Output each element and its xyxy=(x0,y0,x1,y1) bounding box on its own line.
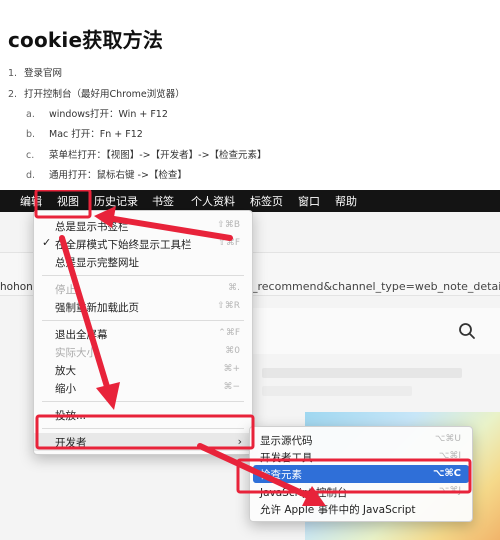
blurred-content xyxy=(262,368,462,378)
menu-item-shortcut: ⌃⌘F xyxy=(218,328,240,338)
list-item: 1. 登录官网 xyxy=(8,67,62,81)
menu-item-label: 显示源代码 xyxy=(260,435,313,447)
menu-item-stop[interactable]: 停止 ⌘. xyxy=(34,280,252,298)
menu-item-shortcut: ⌥⌘U xyxy=(435,434,461,444)
menu-item-inspect-element[interactable]: 检查元素 ⌥⌘C xyxy=(253,465,469,483)
url-fragment-left: hohon xyxy=(0,281,33,293)
list-number: a. xyxy=(26,109,35,120)
menu-item-shortcut: ⇧⌘B xyxy=(217,220,240,230)
list-number: 1. xyxy=(8,68,18,79)
list-text: 通用打开：鼠标右键 ->【检查】 xyxy=(49,170,187,181)
menu-item-cast[interactable]: 投放... xyxy=(34,406,252,424)
menu-item-show-full-url[interactable]: 总是显示完整网址 xyxy=(34,253,252,271)
chevron-right-icon: › xyxy=(237,435,242,448)
blurred-content xyxy=(262,386,412,396)
menu-item-actual-size[interactable]: 实际大小 ⌘0 xyxy=(34,343,252,361)
view-menu-dropdown: 总是显示书签栏 ⇧⌘B ✓ 在全屏模式下始终显示工具栏 ⇧⌘F 总是显示完整网址… xyxy=(33,210,253,455)
list-text: Mac 打开：Fn + F12 xyxy=(49,129,143,140)
developer-submenu: 显示源代码 ⌥⌘U 开发者工具 ⌥⌘I 检查元素 ⌥⌘C JavaScript … xyxy=(249,426,473,522)
menu-item-shortcut: ⌘− xyxy=(223,382,240,392)
embedded-screenshot: hohon _recommend&channel_type=web_note_d… xyxy=(0,190,500,540)
search-icon[interactable] xyxy=(458,322,476,340)
list-number: d. xyxy=(26,170,36,181)
page-title: cookie获取方法 xyxy=(8,28,164,52)
menu-item-label: 强制重新加载此页 xyxy=(55,302,139,314)
sub-list-item: a. windows打开：Win + F12 xyxy=(26,108,168,122)
list-item: 2. 打开控制台（最好用Chrome浏览器） xyxy=(8,88,185,102)
checkmark-icon: ✓ xyxy=(42,236,52,249)
menu-item-label: 在全屏模式下始终显示工具栏 xyxy=(55,239,192,251)
list-number: b. xyxy=(26,129,36,140)
menu-item-show-toolbar-fullscreen[interactable]: ✓ 在全屏模式下始终显示工具栏 ⇧⌘F xyxy=(34,235,252,253)
menu-item-shortcut: ⌘0 xyxy=(225,346,240,356)
menu-item-label: 总是显示完整网址 xyxy=(55,257,139,269)
menu-item-force-reload[interactable]: 强制重新加载此页 ⇧⌘R xyxy=(34,298,252,316)
menu-item-label: 缩小 xyxy=(55,383,76,395)
menu-item-zoom-out[interactable]: 缩小 ⌘− xyxy=(34,379,252,397)
menu-divider xyxy=(42,275,244,276)
menu-bookmarks[interactable]: 书签 xyxy=(152,193,174,209)
sub-list-item: d. 通用打开：鼠标右键 ->【检查】 xyxy=(26,169,187,183)
sub-list-item: c. 菜单栏打开：【视图】->【开发者】->【检查元素】 xyxy=(26,149,267,163)
menu-item-label: 停止 xyxy=(55,284,76,296)
menu-item-exit-fullscreen[interactable]: 退出全屏幕 ⌃⌘F xyxy=(34,325,252,343)
list-text: 打开控制台（最好用Chrome浏览器） xyxy=(24,89,185,100)
menu-bar: 编辑 视图 历史记录 书签 个人资料 标签页 窗口 帮助 xyxy=(0,190,500,212)
menu-help[interactable]: 帮助 xyxy=(335,193,357,209)
menu-item-label: 允许 Apple 事件中的 JavaScript xyxy=(260,504,416,516)
menu-item-shortcut: ⌘. xyxy=(228,283,240,293)
menu-divider xyxy=(42,428,244,429)
menu-item-javascript-console[interactable]: JavaScript 控制台 ⌥⌘J xyxy=(253,483,469,501)
menu-tabs[interactable]: 标签页 xyxy=(250,193,283,209)
menu-edit[interactable]: 编辑 xyxy=(20,193,42,209)
menu-divider xyxy=(42,320,244,321)
menu-item-allow-apple-events-js[interactable]: 允许 Apple 事件中的 JavaScript xyxy=(253,500,469,518)
menu-item-shortcut: ⌥⌘J xyxy=(438,486,461,496)
menu-window[interactable]: 窗口 xyxy=(298,193,320,209)
menu-item-shortcut: ⌥⌘C xyxy=(432,468,461,479)
list-text: windows打开：Win + F12 xyxy=(49,109,168,120)
menu-item-label: 退出全屏幕 xyxy=(55,329,108,341)
document-area: cookie获取方法 1. 登录官网 2. 打开控制台（最好用Chrome浏览器） … xyxy=(0,0,500,188)
menu-item-shortcut: ⌘+ xyxy=(223,364,240,374)
menu-item-label: 总是显示书签栏 xyxy=(55,221,129,233)
list-number: c. xyxy=(26,150,35,161)
menu-item-developer-tools[interactable]: 开发者工具 ⌥⌘I xyxy=(253,448,469,466)
menu-history[interactable]: 历史记录 xyxy=(94,193,138,209)
menu-item-label: JavaScript 控制台 xyxy=(260,487,348,499)
menu-item-label: 检查元素 xyxy=(260,469,302,481)
menu-item-shortcut: ⇧⌘F xyxy=(218,238,240,248)
list-text: 登录官网 xyxy=(24,68,63,79)
menu-item-label: 实际大小 xyxy=(55,347,97,359)
menu-item-zoom-in[interactable]: 放大 ⌘+ xyxy=(34,361,252,379)
menu-item-developer[interactable]: 开发者 › xyxy=(34,433,252,451)
menu-item-shortcut: ⌥⌘I xyxy=(438,451,461,461)
sub-list-item: b. Mac 打开：Fn + F12 xyxy=(26,128,143,142)
menu-item-label: 开发者工具 xyxy=(260,452,313,464)
menu-item-label: 开发者 xyxy=(55,437,87,449)
menu-item-show-bookmarks-bar[interactable]: 总是显示书签栏 ⇧⌘B xyxy=(34,217,252,235)
list-number: 2. xyxy=(8,89,18,100)
menu-item-shortcut: ⇧⌘R xyxy=(217,301,240,311)
menu-profiles[interactable]: 个人资料 xyxy=(191,193,235,209)
url-text[interactable]: _recommend&channel_type=web_note_detail xyxy=(252,280,500,293)
menu-divider xyxy=(42,401,244,402)
menu-view[interactable]: 视图 xyxy=(57,193,79,209)
list-text: 菜单栏打开：【视图】->【开发者】->【检查元素】 xyxy=(49,150,267,161)
menu-item-label: 放大 xyxy=(55,365,76,377)
menu-item-view-source[interactable]: 显示源代码 ⌥⌘U xyxy=(253,431,469,449)
menu-item-label: 投放... xyxy=(55,410,87,422)
